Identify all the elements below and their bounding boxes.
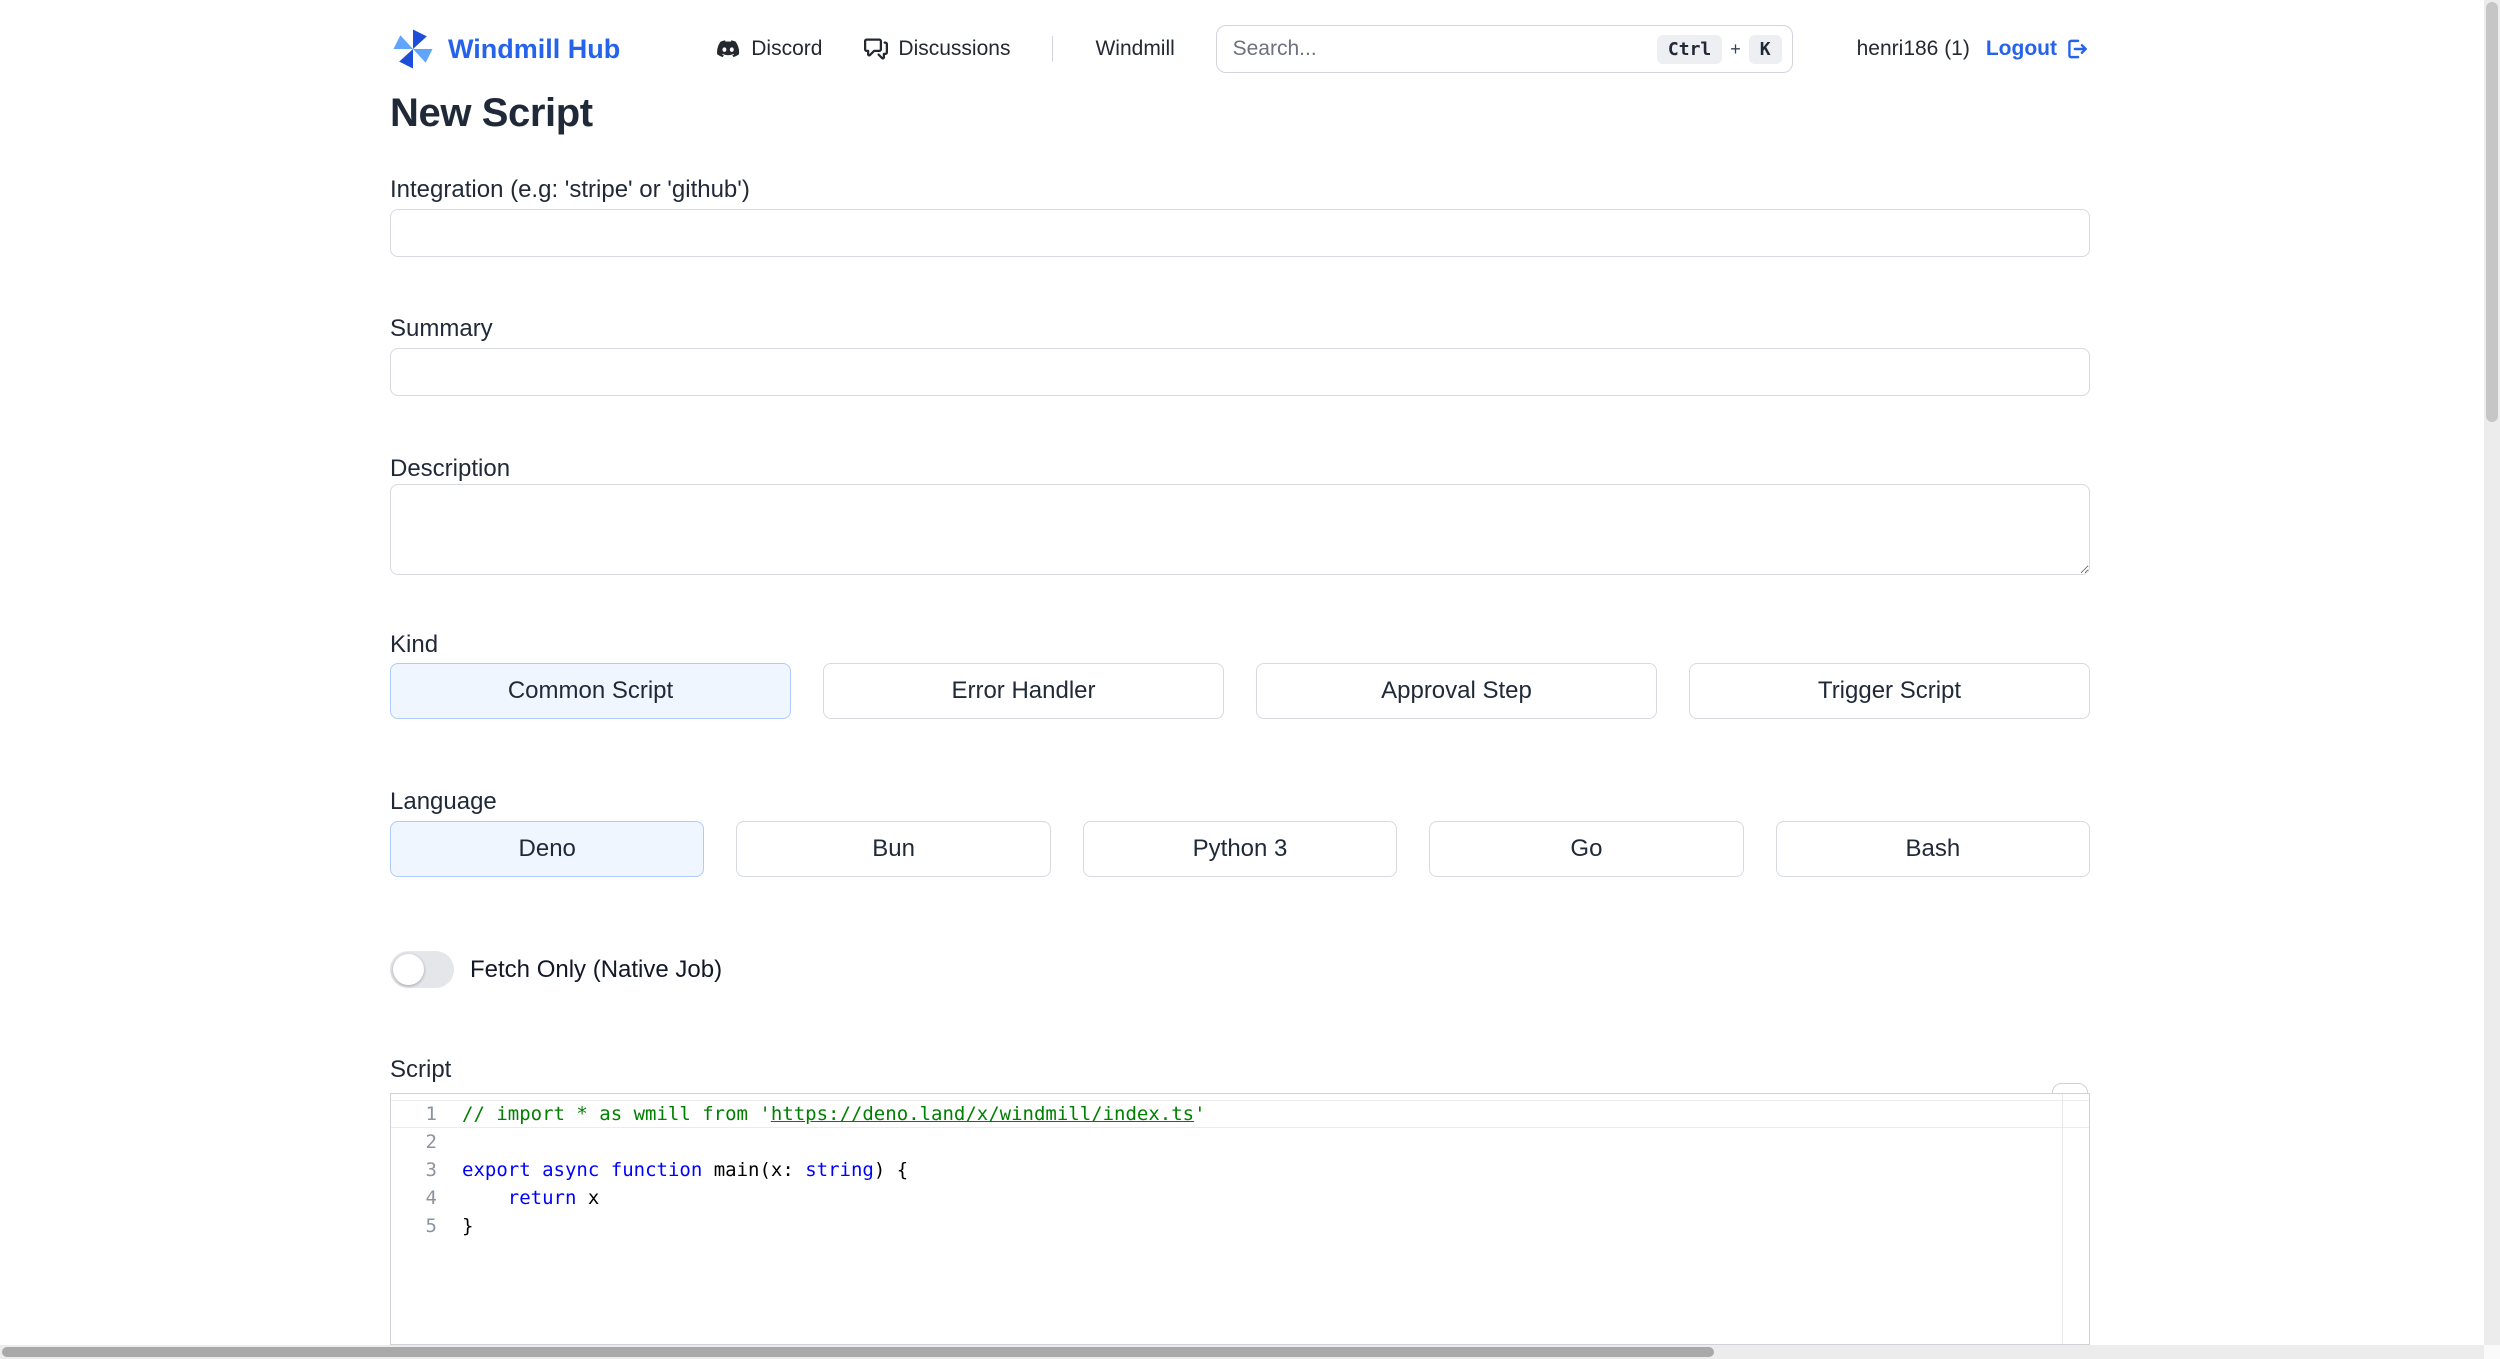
line-number: 4 <box>425 1187 437 1209</box>
logout-icon <box>2064 36 2090 62</box>
fetch-only-label: Fetch Only (Native Job) <box>470 955 723 983</box>
kind-options: Common Script Error Handler Approval Ste… <box>390 663 2090 719</box>
discussions-icon <box>864 37 889 61</box>
brand-name: Windmill Hub <box>448 33 621 64</box>
code-line[interactable]: 5} <box>391 1212 2089 1240</box>
code-line[interactable]: 3 export async function main(x: string) { <box>391 1156 2089 1184</box>
kind-option-trigger-script[interactable]: Trigger Script <box>1689 663 2090 719</box>
fetch-only-toggle[interactable] <box>390 951 454 988</box>
shortcut-key-ctrl: Ctrl <box>1656 34 1723 64</box>
integration-input[interactable] <box>390 209 2090 257</box>
logout-label: Logout <box>1985 37 2057 60</box>
summary-input[interactable] <box>390 348 2090 396</box>
description-textarea[interactable] <box>390 484 2090 575</box>
kind-option-approval-step[interactable]: Approval Step <box>1256 663 1657 719</box>
line-number: 3 <box>425 1159 437 1181</box>
kind-option-common-script[interactable]: Common Script <box>390 663 791 719</box>
shortcut-key-k: K <box>1748 34 1782 64</box>
page-title: New Script <box>390 91 593 135</box>
header: Windmill Hub Discord Discussions Windmil… <box>390 25 2090 73</box>
script-section: Script 1// import * as wmill from 'https… <box>390 1055 2090 1345</box>
code-line[interactable]: 2 <box>391 1128 2089 1156</box>
vertical-scrollbar-track[interactable] <box>2484 0 2500 1359</box>
language-option-deno[interactable]: Deno <box>390 821 705 877</box>
description-label: Description <box>390 455 511 482</box>
shortcut-plus: + <box>1730 38 1741 59</box>
fetch-only-row: Fetch Only (Native Job) <box>390 951 2090 988</box>
editor-scrollbar-divider <box>2062 1094 2063 1344</box>
discord-icon <box>715 36 741 62</box>
language-option-go[interactable]: Go <box>1429 821 1744 877</box>
language-label: Language <box>390 788 497 815</box>
brand-home-link[interactable]: Windmill Hub <box>390 26 620 72</box>
language-option-python3[interactable]: Python 3 <box>1082 821 1398 877</box>
search-box: Ctrl + K <box>1215 25 1793 73</box>
summary-label: Summary <box>390 315 493 342</box>
nav-label-windmill: Windmill <box>1095 37 1175 60</box>
toggle-knob <box>393 954 424 985</box>
header-nav: Discord Discussions Windmill <box>715 36 1175 62</box>
line-number: 1 <box>425 1103 437 1125</box>
line-number: 5 <box>425 1215 437 1237</box>
nav-divider <box>1052 36 1054 62</box>
code-line[interactable]: 1// import * as wmill from 'https://deno… <box>391 1100 2089 1128</box>
horizontal-scrollbar-track[interactable] <box>0 1345 2484 1359</box>
language-options: Deno Bun Python 3 Go Bash <box>390 821 2091 877</box>
user-area: henri186 (1) Logout <box>1857 36 2090 62</box>
kind-label: Kind <box>390 631 439 658</box>
nav-label-discord: Discord <box>751 37 823 60</box>
windmill-logo-icon <box>390 26 436 72</box>
nav-item-discussions[interactable]: Discussions <box>864 37 1010 61</box>
line-number: 2 <box>425 1131 437 1153</box>
kind-option-error-handler[interactable]: Error Handler <box>823 663 1224 719</box>
nav-item-windmill[interactable]: Windmill <box>1095 37 1174 61</box>
nav-label-discussions: Discussions <box>898 37 1011 60</box>
nav-item-discord[interactable]: Discord <box>715 36 822 62</box>
code-line[interactable]: 4 return x <box>391 1184 2089 1212</box>
script-label: Script <box>390 1056 452 1083</box>
main-content: Windmill Hub Discord Discussions Windmil… <box>390 0 2091 1345</box>
vertical-scrollbar-thumb[interactable] <box>2486 2 2498 422</box>
search-input[interactable] <box>1232 37 1657 61</box>
horizontal-scrollbar-thumb[interactable] <box>2 1347 1714 1357</box>
username: henri186 (1) <box>1856 37 1970 60</box>
integration-label: Integration (e.g: 'stripe' or 'github') <box>390 176 750 203</box>
code-editor[interactable]: 1// import * as wmill from 'https://deno… <box>390 1093 2090 1345</box>
language-option-bun[interactable]: Bun <box>736 821 1051 877</box>
scrollbar-corner <box>2484 1345 2500 1359</box>
logout-link[interactable]: Logout <box>1986 36 2090 62</box>
language-option-bash[interactable]: Bash <box>1775 821 2091 877</box>
